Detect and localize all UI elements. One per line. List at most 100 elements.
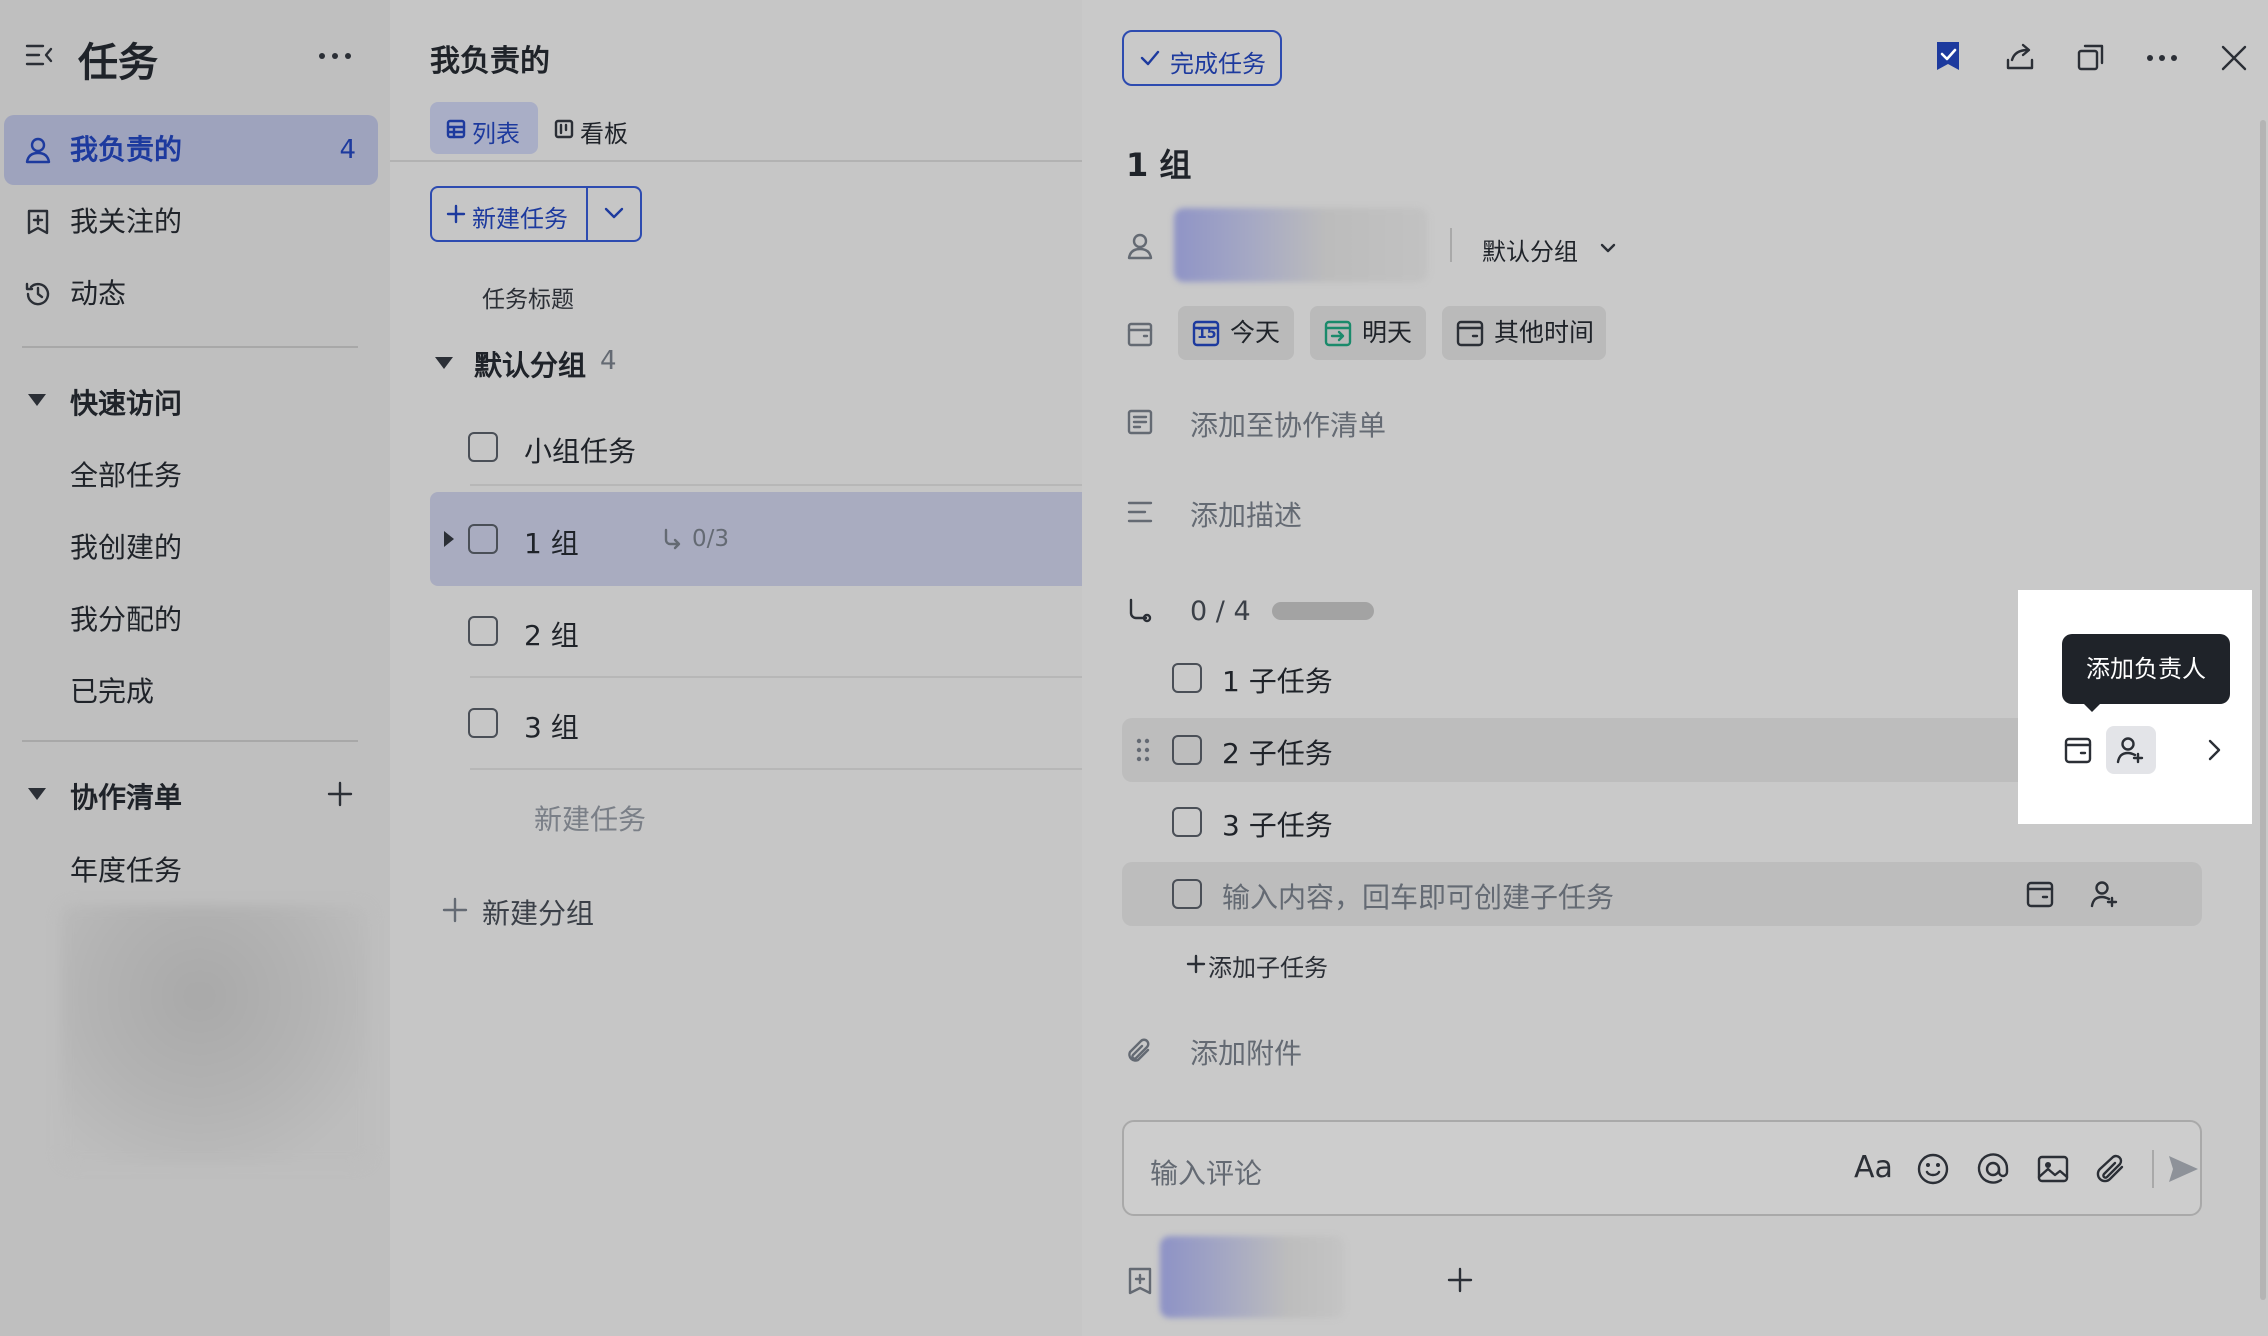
subtask-icon [662,528,682,550]
date-chip-tomorrow[interactable]: 明天 [1310,306,1426,360]
table-icon [446,119,466,139]
description-icon [1126,500,1154,524]
count-badge: 4 [339,135,356,165]
calendar-icon[interactable] [2026,880,2054,908]
caret-down-icon [26,392,48,408]
collapse-sidebar-icon[interactable] [24,40,54,70]
task-checkbox[interactable] [468,524,498,554]
task-checkbox[interactable] [468,432,498,462]
task-checkbox[interactable] [468,708,498,738]
subtask-count: 0/3 [692,526,730,552]
drag-handle-icon[interactable] [1136,738,1150,762]
date-chip-other[interactable]: 其他时间 [1442,306,1606,360]
more-icon[interactable] [2146,54,2178,62]
add-assignee-icon[interactable] [2090,880,2120,908]
task-title: 小组任务 [524,435,637,468]
quick-item-all[interactable]: 全部任务 [70,454,182,494]
calendar-next-icon [1324,319,1352,347]
task-title: 3 组 [524,711,579,744]
highlight-box: 添加负责人 [2018,590,2252,824]
add-to-list-row[interactable]: 添加至协作清单 [1126,402,1526,442]
task-checkbox[interactable] [468,616,498,646]
image-icon[interactable] [2036,1152,2070,1186]
nav-item-assigned[interactable]: 我负责的 4 [4,115,378,185]
add-icon[interactable] [326,780,354,808]
scrollbar[interactable] [2260,120,2266,1300]
tooltip-text: 添加负责人 [2086,655,2206,683]
assignee-icon [1126,232,1154,260]
new-task-label: 新建任务 [472,205,568,233]
date-chip-today[interactable]: 15 今天 [1178,306,1294,360]
table-row[interactable]: 2 组 [430,600,1082,664]
subtask-checkbox[interactable] [1172,879,1202,909]
new-task-split-button: 新建任务 [430,186,642,242]
calendar-icon[interactable] [2064,736,2092,764]
table-row[interactable]: 小组任务 [430,414,1082,478]
section-title: 快速访问 [70,387,183,420]
divider [22,740,358,742]
comment-input[interactable]: 输入评论 [1150,1152,1262,1192]
tooltip-arrow [2082,702,2102,712]
new-task-inline[interactable]: 新建任务 [534,798,646,838]
collab-item[interactable]: 年度任务 [70,849,182,889]
add-attachment-row[interactable]: 添加附件 [1126,1030,1526,1070]
table-row-selected[interactable]: 1 组 0/3 [430,492,1082,586]
group-name: 默认分组 [474,349,587,382]
chevron-down-icon [1600,242,1616,254]
subtask-progress-bar [1272,602,1374,620]
new-group-button[interactable]: 新建分组 [442,890,642,930]
tab-label: 列表 [472,120,520,148]
tab-label: 看板 [580,120,628,148]
table-row[interactable]: 3 组 [430,692,1082,756]
task-title[interactable]: 1 组 [1126,140,1191,186]
group-select-label: 默认分组 [1482,238,1578,266]
follower-avatar-blurred[interactable] [1160,1236,1344,1318]
share-icon[interactable] [2004,42,2036,72]
nav-label: 我负责的 [70,133,183,166]
caret-down-icon [434,356,454,370]
send-icon[interactable] [2166,1152,2200,1186]
follower-icon [1126,1266,1154,1296]
text-format-icon[interactable]: Aa [1854,1150,1893,1185]
subtask-checkbox[interactable] [1172,807,1202,837]
collab-header[interactable]: 协作清单 [26,776,366,816]
add-follower-icon[interactable] [1446,1266,1474,1294]
add-subtask-button[interactable]: 添加子任务 [1186,946,1386,982]
assignee-avatar-blurred[interactable] [1174,208,1428,282]
subtask-actions [2018,718,2252,782]
complete-task-button[interactable]: 完成任务 [1122,30,1282,86]
group-header[interactable]: 默认分组 4 [430,344,730,384]
emoji-icon[interactable] [1916,1152,1950,1186]
tabs-underline [390,160,1082,162]
new-task-dropdown[interactable] [588,188,640,240]
close-icon[interactable] [2220,44,2248,72]
tab-list[interactable]: 列表 [430,102,538,154]
date-label: 今天 [1230,318,1281,347]
list-icon [1126,408,1154,436]
quick-access-header[interactable]: 快速访问 [26,382,366,422]
add-assignee-button[interactable] [2106,726,2156,774]
quick-item-assigned-by-me[interactable]: 我分配的 [70,598,182,638]
chevron-right-icon[interactable] [2206,738,2222,762]
tab-board[interactable]: 看板 [550,102,650,154]
more-icon[interactable] [318,52,352,60]
sidebar: 任务 我负责的 4 我关注的 动态 快速访问 全部任务 我创建的 我分配的 已完… [0,0,390,1336]
plus-icon [446,204,466,224]
add-subtask-label: 添加子任务 [1208,954,1328,982]
nav-item-activity[interactable]: 动态 [4,259,378,329]
subtask-input[interactable]: 输入内容，回车即可创建子任务 [1222,876,1614,916]
open-window-icon[interactable] [2076,42,2106,72]
caret-right-icon[interactable] [442,529,456,549]
bookmark-check-icon[interactable] [1934,40,1962,72]
quick-item-completed[interactable]: 已完成 [70,670,154,710]
quick-item-created[interactable]: 我创建的 [70,526,182,566]
subtask-checkbox[interactable] [1172,735,1202,765]
section-title: 协作清单 [70,781,183,814]
new-task-button[interactable]: 新建任务 [432,188,586,240]
paperclip-icon[interactable] [2096,1152,2128,1186]
group-select[interactable]: 默认分组 [1482,228,1622,268]
add-description-row[interactable]: 添加描述 [1126,492,1526,532]
nav-item-following[interactable]: 我关注的 [4,187,378,257]
mention-icon[interactable] [1976,1152,2010,1186]
subtask-checkbox[interactable] [1172,663,1202,693]
